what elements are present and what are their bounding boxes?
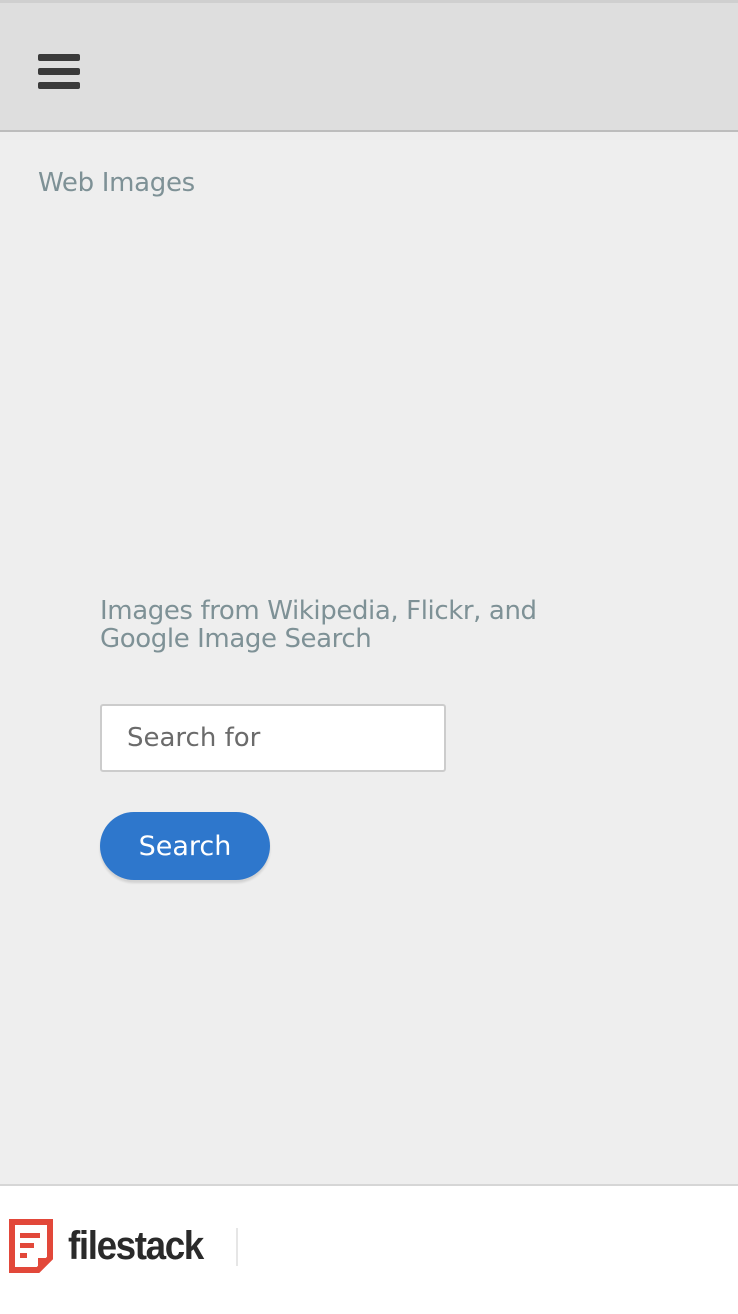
page: Web Images Images from Wikipedia, Flickr…: [0, 0, 738, 1314]
footer: filestack: [0, 1184, 738, 1314]
header-bar: [0, 3, 738, 132]
source-description: Images from Wikipedia, Flickr, and Googl…: [100, 596, 537, 654]
page-title: Web Images: [38, 168, 195, 198]
search-button[interactable]: Search: [100, 812, 270, 880]
search-input[interactable]: [100, 704, 446, 772]
filestack-logo-text: filestack: [68, 1223, 204, 1268]
hamburger-menu-icon[interactable]: [38, 54, 80, 90]
menu-bar-line: [38, 68, 80, 75]
footer-divider: [236, 1228, 238, 1266]
menu-bar-line: [38, 82, 80, 89]
menu-bar-line: [38, 54, 80, 61]
filestack-logo: filestack: [8, 1218, 215, 1274]
filestack-logo-icon: [9, 1219, 53, 1273]
